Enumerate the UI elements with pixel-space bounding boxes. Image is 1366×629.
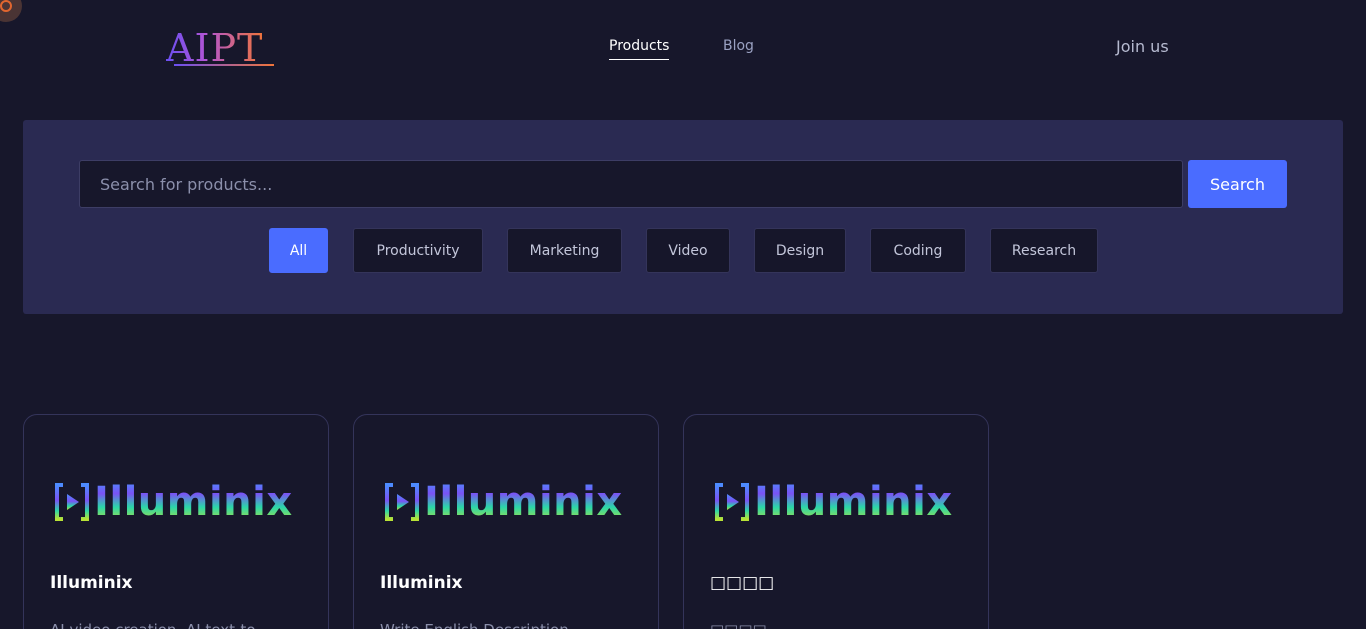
- search-panel: Search All Productivity Marketing Video …: [23, 120, 1343, 314]
- search-button[interactable]: Search: [1188, 160, 1287, 208]
- product-card[interactable]: Illuminix Illuminix Write English Descri…: [353, 414, 659, 629]
- filter-tab-design[interactable]: Design: [754, 228, 846, 273]
- product-card[interactable]: Illuminix Illuminix AI video creation, A…: [23, 414, 329, 629]
- product-description: AI video creation, AI text-to...: [50, 621, 306, 629]
- filter-tab-all[interactable]: All: [269, 228, 328, 273]
- filter-tab-video[interactable]: Video: [646, 228, 730, 273]
- product-logo: Illuminix: [54, 481, 304, 523]
- play-bracket-icon: [715, 483, 749, 521]
- product-title: Illuminix: [50, 573, 133, 593]
- join-us-link[interactable]: Join us: [1116, 37, 1169, 56]
- product-logo-text: Illuminix: [94, 479, 293, 525]
- record-ring-icon: [0, 0, 12, 12]
- product-card[interactable]: Illuminix □□□□ □□□□: [683, 414, 989, 629]
- filter-tab-marketing[interactable]: Marketing: [507, 228, 622, 273]
- product-description: Write English Description: [380, 621, 636, 629]
- play-bracket-icon: [385, 483, 419, 521]
- product-logo-text: Illuminix: [754, 479, 953, 525]
- play-bracket-icon: [55, 483, 89, 521]
- logo-text: AIPT: [166, 26, 264, 70]
- product-title: Illuminix: [380, 573, 463, 593]
- nav-products-link[interactable]: Products: [609, 38, 670, 60]
- product-logo: Illuminix: [714, 481, 964, 523]
- product-logo: Illuminix: [384, 481, 634, 523]
- page: AIPT Products Blog Join us Search All Pr…: [0, 0, 1366, 629]
- filter-tab-coding[interactable]: Coding: [870, 228, 966, 273]
- nav-blog-link[interactable]: Blog: [723, 38, 754, 54]
- product-logo-text: Illuminix: [424, 479, 623, 525]
- filter-tab-research[interactable]: Research: [990, 228, 1098, 273]
- site-logo[interactable]: AIPT: [166, 24, 278, 68]
- filter-tab-productivity[interactable]: Productivity: [353, 228, 483, 273]
- logo-underline: [174, 64, 274, 66]
- product-title: □□□□: [710, 573, 775, 593]
- product-description: □□□□: [710, 621, 966, 629]
- search-input[interactable]: [79, 160, 1183, 208]
- recording-indicator-icon[interactable]: [0, 0, 22, 22]
